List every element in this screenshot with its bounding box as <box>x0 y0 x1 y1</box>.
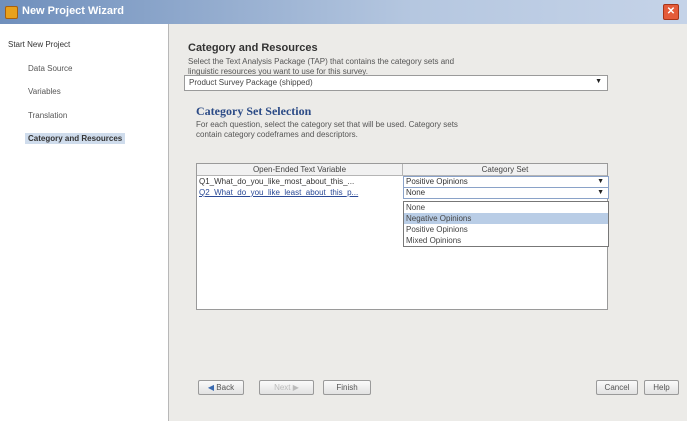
back-button-label: Back <box>216 383 235 392</box>
cancel-button[interactable]: Cancel <box>596 380 638 395</box>
wizard-steps-sidebar: Start New Project Data Source Variables … <box>0 24 169 421</box>
column-header-category-set: Category Set <box>403 164 607 176</box>
section-description-line-1: For each question, select the category s… <box>196 120 458 129</box>
back-button[interactable]: ◀ Back <box>198 380 244 395</box>
dropdown-option-negative-opinions[interactable]: Negative Opinions <box>404 213 608 224</box>
category-set-value: None <box>406 188 426 197</box>
close-icon[interactable]: ✕ <box>663 4 679 20</box>
window-title: New Project Wizard <box>22 5 124 17</box>
sidebar-item-variables[interactable]: Variables <box>28 87 61 96</box>
finish-button[interactable]: Finish <box>323 380 371 395</box>
next-arrow-icon: ▶ <box>292 383 299 392</box>
dropdown-option-positive-opinions[interactable]: Positive Opinions <box>404 224 608 235</box>
dropdown-option-mixed-opinions[interactable]: Mixed Opinions <box>404 235 608 246</box>
category-set-value: Positive Opinions <box>406 177 468 186</box>
table-row-variable[interactable]: Q1_What_do_you_like_most_about_this_... <box>199 177 399 187</box>
sidebar-item-translation[interactable]: Translation <box>28 111 67 120</box>
main-panel: Category and Resources Select the Text A… <box>178 24 678 421</box>
app-icon <box>5 6 18 19</box>
category-set-dropdown-list: None Negative Opinions Positive Opinions… <box>403 201 609 247</box>
sidebar-item-data-source[interactable]: Data Source <box>28 64 72 73</box>
section-description: For each question, select the category s… <box>196 120 596 140</box>
dropdown-arrow-icon: ▼ <box>595 78 602 85</box>
page-title: Category and Resources <box>188 42 318 54</box>
package-select[interactable]: Product Survey Package (shipped) ▼ <box>184 75 608 91</box>
page-description: Select the Text Analysis Package (TAP) t… <box>188 57 588 77</box>
category-set-table: Open-Ended Text Variable Category Set Q1… <box>196 163 609 310</box>
table-row-variable-selected[interactable]: Q2_What_do_you_like_least_about_this_p..… <box>199 188 399 198</box>
next-button[interactable]: Next ▶ <box>259 380 314 395</box>
next-button-label: Next <box>274 383 291 392</box>
dropdown-arrow-icon: ▼ <box>597 189 604 196</box>
section-title: Category Set Selection <box>196 104 312 118</box>
dropdown-option-none[interactable]: None <box>404 202 608 213</box>
sidebar-item-category-and-resources[interactable]: Category and Resources <box>25 133 126 144</box>
section-description-line-2: contain category codeframes and descript… <box>196 130 358 139</box>
back-arrow-icon: ◀ <box>207 383 215 392</box>
title-bar: New Project Wizard ✕ <box>0 0 687 24</box>
sidebar-root: Start New Project <box>8 40 71 49</box>
page-description-line-1: Select the Text Analysis Package (TAP) t… <box>188 57 455 66</box>
column-header-variable: Open-Ended Text Variable <box>197 164 403 176</box>
help-button[interactable]: Help <box>644 380 679 395</box>
wizard-window: New Project Wizard ✕ Start New Project D… <box>0 0 687 421</box>
category-set-select-open[interactable]: None ▼ <box>403 187 609 199</box>
dropdown-arrow-icon: ▼ <box>597 178 604 185</box>
package-select-value: Product Survey Package (shipped) <box>189 78 313 87</box>
